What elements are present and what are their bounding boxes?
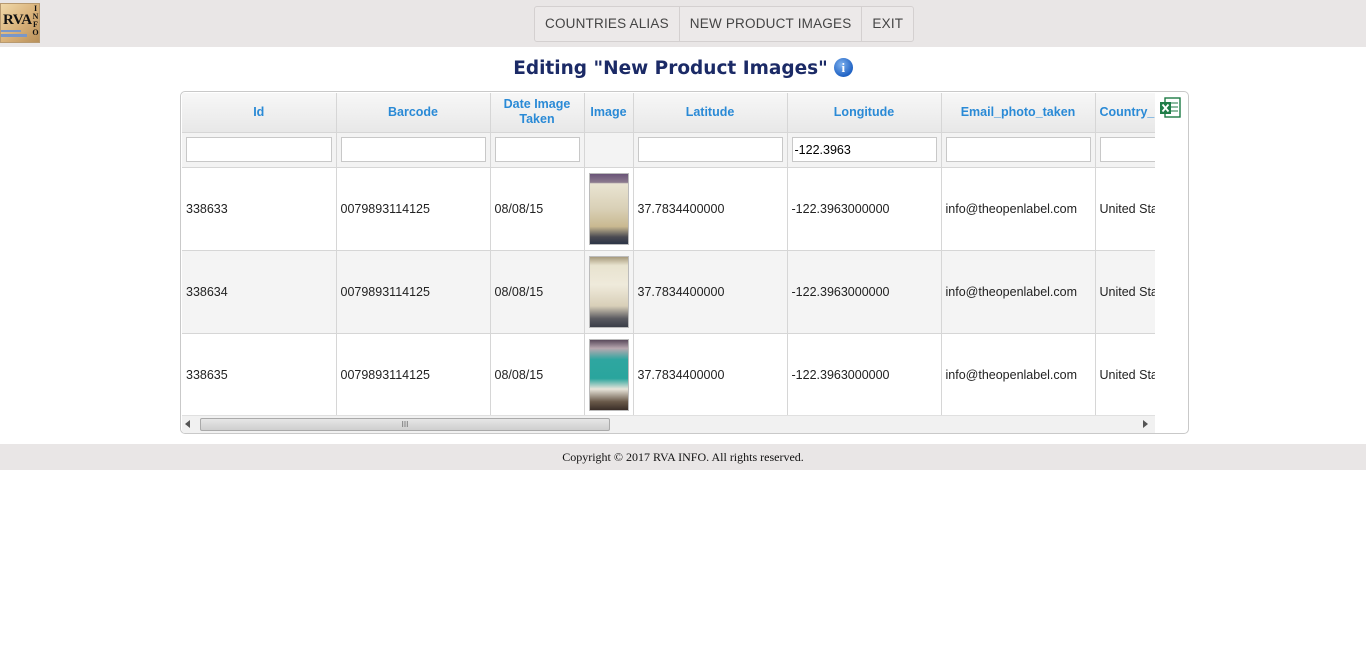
logo-stripe <box>1 30 21 32</box>
cell-email: info@theopenlabel.com <box>941 333 1096 415</box>
column-header-longitude[interactable]: Longitude <box>787 93 942 133</box>
cell-country: United States <box>1095 333 1155 415</box>
scroll-left-arrow-icon[interactable] <box>185 420 190 428</box>
cell-longitude: -122.3963000000 <box>787 333 942 415</box>
menu-item-exit[interactable]: EXIT <box>862 7 913 41</box>
cell-id: 338635 <box>182 333 337 415</box>
cell-id: 338634 <box>182 250 337 334</box>
cell-latitude: 37.7834400000 <box>633 333 788 415</box>
cell-barcode: 0079893114125 <box>336 250 491 334</box>
cell-email: info@theopenlabel.com <box>941 250 1096 334</box>
copyright-text: Copyright © 2017 RVA INFO. All rights re… <box>562 450 804 464</box>
column-header-barcode[interactable]: Barcode <box>336 93 491 133</box>
column-header-country[interactable]: Country_ <box>1095 93 1155 133</box>
info-icon[interactable]: i <box>833 58 853 77</box>
table-row[interactable]: 338634 0079893114125 08/08/15 37.7834400… <box>182 250 1155 334</box>
filter-row <box>182 132 1155 168</box>
filter-country-input[interactable] <box>1099 137 1155 162</box>
cell-country: United States <box>1095 250 1155 334</box>
cell-longitude: -122.3963000000 <box>787 167 942 251</box>
cell-image <box>584 167 634 251</box>
filter-latitude-input[interactable] <box>637 137 783 162</box>
product-image-thumbnail[interactable] <box>588 338 629 411</box>
filter-date-input[interactable] <box>494 137 580 162</box>
column-header-date-image-taken[interactable]: Date Image Taken <box>490 93 585 133</box>
table-row[interactable]: 338635 0079893114125 08/08/15 37.7834400… <box>182 333 1155 415</box>
filter-image-cell <box>584 132 634 168</box>
product-image-thumbnail[interactable] <box>588 255 629 328</box>
cell-email: info@theopenlabel.com <box>941 167 1096 251</box>
logo-side-text: INFO <box>32 5 39 37</box>
filter-email-input[interactable] <box>945 137 1091 162</box>
cell-country: United States <box>1095 167 1155 251</box>
cell-date: 08/08/15 <box>490 333 585 415</box>
logo-text: RVA <box>3 12 32 28</box>
column-header-email-photo-taken[interactable]: Email_photo_taken <box>941 93 1096 133</box>
cell-barcode: 0079893114125 <box>336 167 491 251</box>
cell-latitude: 37.7834400000 <box>633 167 788 251</box>
scrollbar-thumb[interactable]: III <box>200 418 610 431</box>
filter-id-input[interactable] <box>186 137 332 162</box>
cell-date: 08/08/15 <box>490 250 585 334</box>
page-title-bar: Editing "New Product Images" i <box>0 58 1366 84</box>
logo-stripe <box>1 34 27 37</box>
grid-viewport: Id Barcode Date Image Taken Image Latitu… <box>182 93 1155 415</box>
excel-icon[interactable] <box>1158 96 1182 120</box>
column-header-latitude[interactable]: Latitude <box>633 93 788 133</box>
main-menu: COUNTRIES ALIAS NEW PRODUCT IMAGES EXIT <box>534 6 915 42</box>
logo[interactable]: RVA INFO <box>0 3 40 43</box>
cell-image <box>584 333 634 415</box>
table-row[interactable]: 338633 0079893114125 08/08/15 37.7834400… <box>182 167 1155 251</box>
data-grid: Id Barcode Date Image Taken Image Latitu… <box>180 91 1189 434</box>
cell-longitude: -122.3963000000 <box>787 250 942 334</box>
menu-item-new-product-images[interactable]: NEW PRODUCT IMAGES <box>680 7 863 41</box>
horizontal-scrollbar[interactable]: III <box>182 415 1155 433</box>
cell-barcode: 0079893114125 <box>336 333 491 415</box>
cell-image <box>584 250 634 334</box>
product-image-thumbnail[interactable] <box>588 172 629 245</box>
logo-side-letter: O <box>32 28 39 37</box>
grid-table: Id Barcode Date Image Taken Image Latitu… <box>182 93 1155 415</box>
filter-barcode-input[interactable] <box>340 137 486 162</box>
column-header-image[interactable]: Image <box>584 93 634 133</box>
scroll-right-arrow-icon[interactable] <box>1143 420 1148 428</box>
menu-item-countries-alias[interactable]: COUNTRIES ALIAS <box>535 7 680 41</box>
top-bar: RVA INFO COUNTRIES ALIAS NEW PRODUCT IMA… <box>0 0 1366 47</box>
footer: Copyright © 2017 RVA INFO. All rights re… <box>0 444 1366 470</box>
cell-latitude: 37.7834400000 <box>633 250 788 334</box>
cell-date: 08/08/15 <box>490 167 585 251</box>
column-header-id[interactable]: Id <box>182 93 337 133</box>
cell-id: 338633 <box>182 167 337 251</box>
page-title: Editing "New Product Images" <box>513 58 828 79</box>
filter-longitude-input[interactable] <box>791 137 937 162</box>
